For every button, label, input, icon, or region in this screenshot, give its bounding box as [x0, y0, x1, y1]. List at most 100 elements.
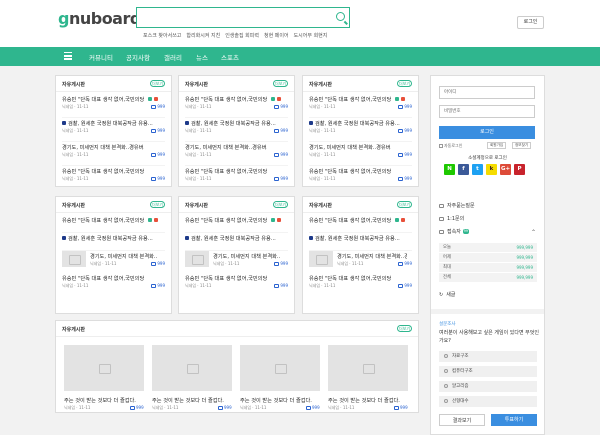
login-button[interactable]: 로그인: [439, 126, 535, 139]
popular-keyword-link[interactable]: 도시어부 회현지: [294, 33, 328, 39]
poll-vote-button[interactable]: 투표하기: [491, 414, 537, 426]
poll-result-button[interactable]: 결과보기: [439, 414, 485, 426]
comment-count: 999: [274, 176, 288, 181]
popular-keyword-link[interactable]: 인생솔집 회피력: [225, 33, 259, 39]
post-title-link[interactable]: 유승민 "단독 대표 생각 없어,국민의당...: [185, 96, 267, 103]
post-title-link[interactable]: 검찰, 원세훈 국정원 대북공작금 유용...: [68, 120, 156, 127]
qa-link[interactable]: 1:1문의: [439, 215, 464, 222]
post-meta: 닉네임 · 11-11: [185, 128, 212, 133]
search-input[interactable]: [136, 7, 350, 28]
post-title-link[interactable]: 유승민 "단독 대표 생각 없어,국민의당...: [309, 217, 391, 224]
hamburger-menu-icon[interactable]: [64, 52, 72, 60]
post-meta: 닉네임 · 11-11: [309, 176, 336, 181]
post-title-link[interactable]: 검찰, 원세훈 국정원 대북공작금 유용...: [315, 235, 403, 242]
site-logo[interactable]: gnuboard: [58, 9, 141, 28]
post-title-link[interactable]: 경기도, 미세먼지 대책 본격화..경유버스타고: [185, 144, 267, 151]
visitors-toggle[interactable]: 접속자 99: [439, 228, 469, 235]
twitter-login-icon[interactable]: t: [472, 164, 483, 175]
post-title-link[interactable]: 유승민 "단독 대표 생각 없어,국민의당...: [62, 96, 144, 103]
gallery-thumbnail[interactable]: [64, 345, 144, 391]
popular-keyword-link[interactable]: 포스크 찾아서쓰고: [143, 33, 181, 39]
password-field[interactable]: 비밀번호: [439, 105, 535, 118]
more-button[interactable]: 더보기: [150, 201, 165, 208]
hot-badge-icon: [154, 97, 158, 101]
radio-icon[interactable]: [444, 383, 448, 388]
post-title-link[interactable]: 유승민 "단독 대표 생각 없어,국민의당...: [309, 275, 391, 282]
nav-item-sports[interactable]: 스포츠: [221, 52, 239, 62]
header-login-button[interactable]: 로그인: [517, 16, 544, 29]
post-thumbnail[interactable]: [185, 251, 209, 267]
popular-keywords: 포스크 찾아서쓰고 합리화시켜 지친 인생솔집 회피력 청현 페이어 도시어부 회현지: [143, 32, 383, 39]
post-title-link[interactable]: 유승민 "단독 대표 생각 없어,국민의당...: [62, 168, 144, 175]
auto-login-checkbox[interactable]: 자동로그인: [439, 143, 462, 149]
radio-icon[interactable]: [444, 398, 448, 403]
gallery-title-link[interactable]: 주는 것이 받는 것보다 더 즐겁다.: [328, 397, 410, 404]
gallery-thumbnail[interactable]: [328, 345, 408, 391]
nav-item-notice[interactable]: 공지사항: [126, 52, 150, 62]
post-title-link[interactable]: 검찰, 원세훈 국정원 대북공작금 유용...: [315, 120, 403, 127]
more-button[interactable]: 더보기: [273, 201, 288, 208]
join-button[interactable]: 회원가입: [487, 142, 507, 149]
post-title-link[interactable]: 검찰, 원세훈 국정원 대북공작금 유용...: [68, 235, 156, 242]
new-posts-link[interactable]: ↻ 새글: [439, 291, 455, 298]
poll-option[interactable]: 알고리즘: [439, 381, 537, 392]
nav-item-news[interactable]: 뉴스: [196, 52, 208, 62]
more-button[interactable]: 더보기: [150, 80, 165, 87]
post-meta: 닉네임 · 11-11: [213, 261, 240, 266]
more-button[interactable]: 더보기: [397, 80, 412, 87]
post-title-link[interactable]: 유승민 "단독 대표 생각 없어,국민의당...: [309, 168, 391, 175]
hot-badge-icon: [277, 218, 281, 222]
post-title-link[interactable]: 검찰, 원세훈 국정원 대북공작금 유용...: [191, 120, 279, 127]
visitor-stat-row: 오늘 999,999: [439, 243, 537, 252]
comment-count: 999: [394, 405, 408, 410]
post-thumbnail[interactable]: [309, 251, 333, 267]
post-title-link[interactable]: 경기도, 미세먼지 대책 본격화..: [213, 253, 283, 260]
poll-option[interactable]: 선형대수: [439, 396, 537, 407]
nav-item-community[interactable]: 커뮤니티: [89, 52, 113, 62]
post-title-link[interactable]: 유승민 "단독 대표 생각 없어,국민의당...: [62, 275, 144, 282]
facebook-login-icon[interactable]: f: [458, 164, 469, 175]
nav-item-gallery[interactable]: 갤러리: [164, 52, 182, 62]
post-title-link[interactable]: 경기도, 미세먼지 대책 본격화..: [90, 253, 160, 260]
post-title-link[interactable]: 유승민 "단독 대표 생각 없어,국민의당...: [185, 275, 267, 282]
gallery-title-link[interactable]: 주는 것이 받는 것보다 더 즐겁다.: [152, 397, 234, 404]
camera-icon: [309, 236, 313, 240]
gallery-thumbnail[interactable]: [152, 345, 232, 391]
checkbox-icon[interactable]: [439, 144, 443, 148]
post-thumbnail[interactable]: [62, 251, 86, 267]
popular-keyword-link[interactable]: 합리화시켜 지친: [186, 33, 220, 39]
username-field[interactable]: 아이디: [439, 86, 535, 99]
naver-login-icon[interactable]: N: [444, 164, 455, 175]
visitor-stat-row: 어제 999,999: [439, 253, 537, 262]
post-title-link[interactable]: 유승민 "단독 대표 생각 없어,국민의당...: [185, 217, 267, 224]
radio-icon[interactable]: [444, 353, 448, 358]
google-login-icon[interactable]: G+: [500, 164, 511, 175]
gallery-title-link[interactable]: 주는 것이 받는 것보다 더 즐겁다.: [240, 397, 322, 404]
board-title: 자유게시판: [62, 203, 86, 209]
faq-link[interactable]: 자주묻는질문: [439, 202, 475, 209]
post-title-link[interactable]: 유승민 "단독 대표 생각 없어,국민의당...: [62, 217, 144, 224]
popular-keyword-link[interactable]: 청현 페이어: [264, 33, 289, 39]
poll-option[interactable]: 자료구조: [439, 351, 537, 362]
gallery-title-link[interactable]: 주는 것이 받는 것보다 더 즐겁다.: [64, 397, 146, 404]
post-title-link[interactable]: 경기도, 미세먼지 대책 본격화..경유버스타고: [337, 253, 407, 260]
kakao-login-icon[interactable]: k: [486, 164, 497, 175]
more-button[interactable]: 더보기: [273, 80, 288, 87]
more-button[interactable]: 더보기: [397, 201, 412, 208]
post-title-link[interactable]: 검찰, 원세훈 국정원 대북공작금 유용...: [191, 235, 279, 242]
post-meta: 닉네임 · 11-11: [185, 104, 212, 109]
post-title-link[interactable]: 유승민 "단독 대표 생각 없어,국민의당...: [185, 168, 267, 175]
post-title-link[interactable]: 경기도, 미세먼지 대책 본격화..경유버스타고: [62, 144, 144, 151]
payco-login-icon[interactable]: P: [514, 164, 525, 175]
gallery-thumbnail[interactable]: [240, 345, 320, 391]
gallery-meta: 닉네임 · 11-11: [64, 405, 91, 410]
post-title-link[interactable]: 유승민 "단독 대표 생각 없어,국민의당...: [309, 96, 391, 103]
chevron-up-icon[interactable]: ⌃: [531, 229, 536, 236]
search-icon[interactable]: [336, 12, 345, 21]
sidebar: 아이디 비밀번호 로그인 자동로그인 회원가입 정보찾기 소셜계정으로 로그인 …: [430, 75, 545, 435]
more-button[interactable]: 더보기: [397, 325, 412, 332]
poll-option[interactable]: 컴퓨터구조: [439, 366, 537, 377]
post-title-link[interactable]: 경기도, 미세먼지 대책 본격화..경유버스타고: [309, 144, 391, 151]
radio-icon[interactable]: [444, 368, 448, 373]
find-info-button[interactable]: 정보찾기: [512, 142, 532, 149]
